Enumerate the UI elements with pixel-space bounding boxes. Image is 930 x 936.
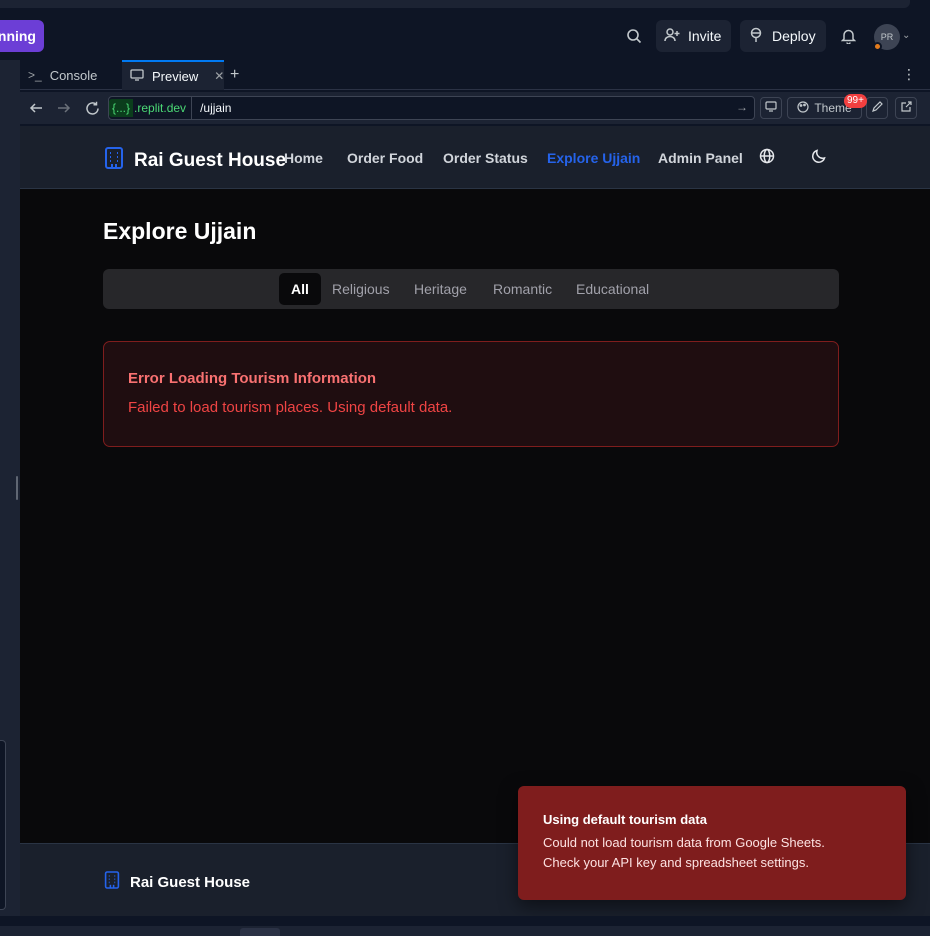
url-domain-text: .replit.dev (134, 101, 187, 115)
filter-religious[interactable]: Religious (320, 273, 402, 305)
site-brand-name: Rai Guest House (134, 149, 287, 171)
toast-notification[interactable]: Using default tourism data Could not loa… (518, 786, 906, 900)
filter-heritage[interactable]: Heritage (402, 273, 479, 305)
nav-order-status[interactable]: Order Status (443, 150, 528, 166)
filter-romantic[interactable]: Romantic (481, 273, 564, 305)
footer-brand[interactable]: Rai Guest House (104, 870, 250, 894)
edit-button[interactable] (866, 97, 888, 119)
toast-line-1: Could not load tourism data from Google … (543, 835, 825, 850)
window-top-strip (0, 0, 930, 10)
pencil-icon (871, 101, 883, 115)
back-arrow-icon[interactable] (26, 98, 46, 118)
toast-title: Using default tourism data (543, 812, 707, 827)
resize-handle[interactable] (16, 476, 18, 500)
external-link-icon (900, 101, 912, 115)
filter-all[interactable]: All (279, 273, 321, 305)
close-icon[interactable]: ✕ (214, 69, 224, 83)
deploy-button[interactable]: Deploy (740, 20, 826, 52)
search-icon[interactable] (618, 20, 650, 52)
deploy-label: Deploy (772, 28, 816, 44)
nav-explore-ujjain[interactable]: Explore Ujjain (547, 150, 640, 166)
notification-badge: 99+ (844, 94, 867, 108)
avatar-status-dot (873, 42, 882, 51)
nav-home[interactable]: Home (284, 150, 323, 166)
invite-label: Invite (688, 28, 722, 44)
footer-brand-name: Rai Guest House (130, 873, 251, 891)
error-title: Error Loading Tourism Information (128, 370, 377, 387)
error-alert: Error Loading Tourism Information Failed… (103, 341, 839, 447)
run-button[interactable]: nning (0, 20, 44, 52)
bottom-tab-handle[interactable] (240, 928, 280, 936)
terminal-icon: >_ (28, 68, 42, 82)
bell-icon[interactable] (832, 20, 864, 52)
more-options-icon[interactable]: ⋮ (902, 66, 916, 83)
status-bar (0, 916, 930, 936)
left-panel-edge (0, 740, 6, 910)
building-icon (104, 870, 120, 894)
url-input[interactable]: {...} .replit.dev /ujjain → (108, 96, 755, 120)
url-domain-braces: {...} (109, 99, 134, 117)
forward-arrow-icon[interactable] (54, 98, 74, 118)
refresh-icon[interactable] (82, 98, 102, 118)
moon-icon[interactable] (811, 148, 827, 169)
url-path: /ujjain (200, 101, 232, 115)
open-new-tab-button[interactable] (895, 97, 917, 119)
url-domain: {...} .replit.dev (109, 97, 193, 119)
app-header: nning Invite Deploy PR ⌄ (0, 14, 930, 58)
filter-educational[interactable]: Educational (564, 273, 661, 305)
devtools-button[interactable] (760, 97, 782, 119)
monitor-icon (130, 68, 144, 84)
tab-console-label: Console (49, 67, 98, 83)
tab-preview[interactable]: Preview ✕ (122, 60, 224, 90)
globe-icon[interactable] (759, 148, 775, 169)
site-brand[interactable]: Rai Guest House (104, 146, 286, 175)
go-arrow-icon[interactable]: → (736, 100, 748, 114)
add-user-icon (664, 27, 680, 46)
invite-button[interactable]: Invite (656, 20, 732, 52)
nav-order-food[interactable]: Order Food (347, 150, 423, 166)
toast-line-2: Check your API key and spreadsheet setti… (543, 855, 809, 870)
site-navbar: Rai Guest House Home Order Food Order St… (20, 126, 930, 189)
chevron-down-icon[interactable]: ⌄ (902, 30, 910, 41)
building-icon (104, 146, 124, 175)
devtools-icon (765, 101, 777, 115)
deploy-icon (748, 27, 764, 46)
palette-icon (797, 100, 809, 116)
tab-console[interactable]: >_ Console (20, 60, 120, 90)
add-tab-icon[interactable]: + (230, 66, 239, 84)
nav-admin-panel[interactable]: Admin Panel (658, 150, 743, 166)
toast-body: Could not load tourism data from Google … (543, 833, 881, 873)
error-message: Failed to load tourism places. Using def… (128, 399, 453, 416)
tab-preview-label: Preview (152, 68, 199, 84)
pane-tab-bar: >_ Console Preview ✕ + ⋮ (20, 60, 930, 90)
category-filter-bar: All Religious Heritage Romantic Educatio… (103, 269, 839, 309)
preview-url-bar: {...} .replit.dev /ujjain → Theme (20, 92, 930, 124)
page-title: Explore Ujjain (103, 218, 257, 244)
